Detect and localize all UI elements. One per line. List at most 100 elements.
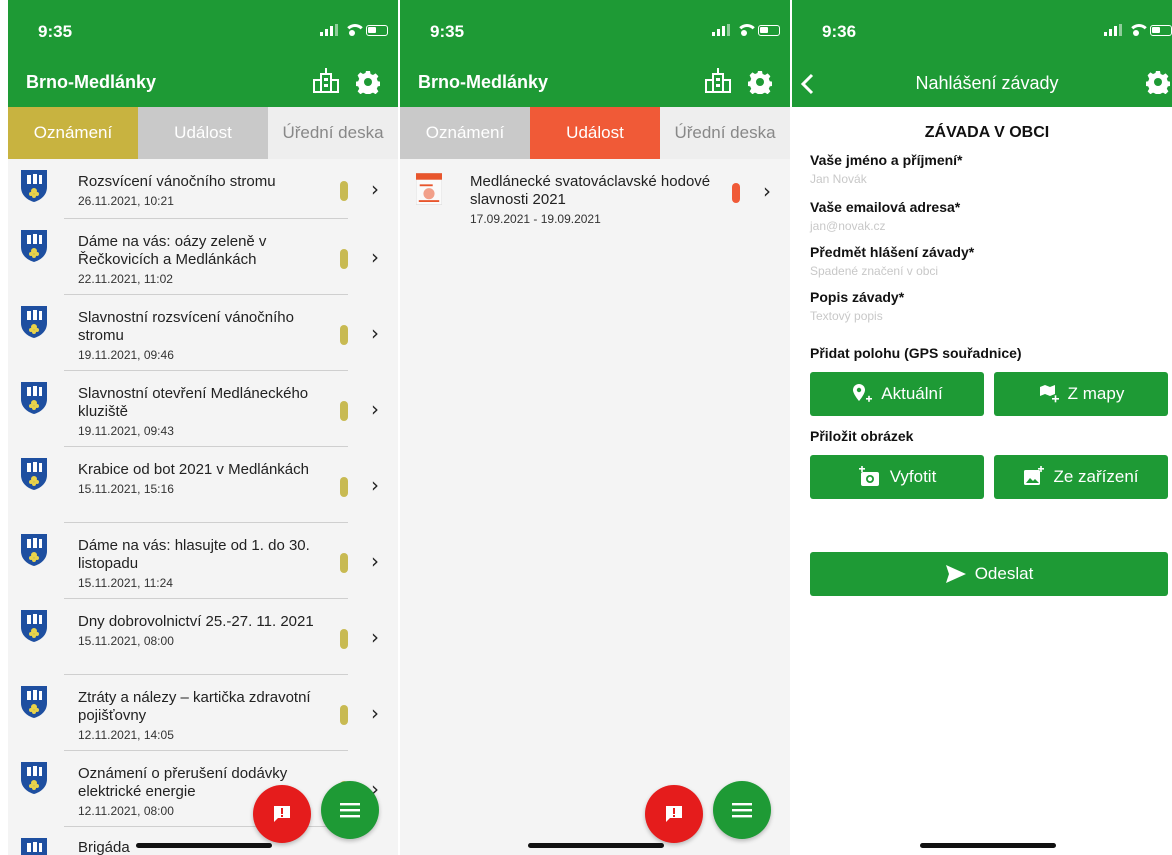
status-indicator [340,477,348,497]
camera-add-icon [858,466,879,486]
list-item[interactable]: Dáme na vás: hlasujte od 1. do 30. listo… [8,523,398,599]
screen-title: Nahlášení závady [915,73,1059,93]
status-time: 9:35 [430,22,465,41]
app-title: Brno-Medlánky [418,72,549,92]
subject-label: Předmět hlášení závady* [810,244,975,260]
battery-icon [366,24,388,36]
status-indicator [340,401,348,421]
gear-icon[interactable] [1146,70,1170,94]
announcement-title: Krabice od bot 2021 v Medlánkách [78,461,309,478]
municipality-crest-icon [21,610,47,642]
announcement-date: 15.11.2021, 08:00 [78,634,174,648]
menu-button[interactable] [321,781,379,839]
announcement-date: 22.11.2021, 11:02 [78,272,173,286]
gps-map-button[interactable]: Z mapy [994,372,1168,416]
email-field[interactable]: jan@novak.cz [810,219,886,233]
chevron-right-icon: › [763,179,771,203]
municipality-crest-icon [21,762,47,794]
form-heading: ZÁVADA V OBCI [924,124,1050,141]
municipality-crest-icon [21,458,47,490]
list-item[interactable]: Ztráty a nálezy – kartička zdravotní poj… [8,675,398,751]
description-field[interactable]: Textový popis [810,309,883,323]
tab-bar: Oznámení Událost Úřední deska [400,107,790,159]
gps-current-button[interactable]: Aktuální [810,372,984,416]
list-item[interactable]: Krabice od bot 2021 v Medlánkách 15.11.20… [8,447,398,523]
tab-announcements[interactable]: Oznámení [400,107,530,159]
status-indicator [340,553,348,573]
tab-official-board[interactable]: Úřední deska [660,107,790,159]
name-label: Vaše jméno a příjmení* [810,152,963,168]
tab-events[interactable]: Událost [530,107,660,159]
tab-bar: Oznámení Událost Úřední deska [8,107,398,159]
status-indicator [340,249,348,269]
status-indicator [340,325,348,345]
wifi-icon [736,24,758,36]
list-item[interactable]: Dny dobrovolnictví 25.-27. 11. 2021 15.11… [8,599,398,675]
top-bar: 9:35 Brno-Medlánky [400,0,790,107]
announcement-title: Ztráty a nálezy – kartička zdravotní poj… [78,689,311,724]
municipality-crest-icon [21,382,47,414]
announcement-title: Oznámení o přerušení dodávky elektrické … [78,765,288,800]
image-add-icon [1024,466,1045,485]
announcement-title: Slavnostní rozsvícení vánočního stromu [78,309,294,344]
list-item[interactable]: Dáme na vás: oázy zeleně v Řečkovicích a… [8,219,398,295]
announcement-title: Dny dobrovolnictví 25.-27. 11. 2021 [78,613,314,630]
gps-map-label: Z mapy [1067,384,1125,403]
menu-button[interactable] [713,781,771,839]
event-title: Medlánecké svatováclavské hodové slavnos… [470,173,711,208]
signal-icon [1104,24,1122,36]
email-label: Vaše emailová adresa* [810,199,961,215]
take-photo-label: Vyfotit [889,467,937,486]
status-indicator [340,705,348,725]
tab-official-board[interactable]: Úřední deska [268,107,398,159]
gps-label: Přidat polohu (GPS souřadnice) [810,345,1022,361]
list-item[interactable]: Slavnostní rozsvícení vánočního stromu 19… [8,295,398,371]
report-issue-button[interactable] [645,785,703,843]
list-item[interactable]: Rozsvícení vánočního stromu 26.11.2021, 1… [8,159,398,219]
municipality-crest-icon [21,306,47,338]
home-indicator [136,843,272,848]
event-thumbnail [416,173,442,205]
map-add-icon [1039,385,1059,403]
status-icons [712,24,780,36]
chevron-right-icon: › [371,245,379,269]
gear-icon[interactable] [748,70,772,94]
send-icon [945,565,966,583]
home-indicator [920,843,1056,848]
submit-label: Odeslat [974,564,1034,583]
take-photo-button[interactable]: Vyfotit [810,455,984,499]
chevron-right-icon: › [371,473,379,497]
event-date: 17.09.2021 - 19.09.2021 [470,212,601,226]
report-icon [274,806,290,822]
tab-events[interactable]: Událost [138,107,268,159]
list-item[interactable]: Medlánecké svatováclavské hodové slavnos… [400,159,790,234]
gps-current-label: Aktuální [881,384,943,403]
from-device-button[interactable]: Ze zařízení [994,455,1168,499]
chevron-right-icon: › [371,321,379,345]
announcement-title: Dáme na vás: oázy zeleně v Řečkovicích a… [78,233,267,268]
announcement-date: 26.11.2021, 10:21 [78,194,174,208]
list-item[interactable]: Slavnostní otevření Medláneckého kluzišt… [8,371,398,447]
wifi-icon [1128,24,1150,36]
screen-announcements: 9:35 Brno-Medlánky Oznámení Událost Úřed… [8,0,398,855]
signal-icon [320,24,338,36]
tab-announcements[interactable]: Oznámení [8,107,138,159]
image-label: Přiložit obrázek [810,428,914,444]
submit-button[interactable]: Odeslat [810,552,1168,596]
town-hall-icon[interactable] [312,68,340,94]
report-issue-button[interactable] [253,785,311,843]
town-hall-icon[interactable] [704,68,732,94]
menu-icon [340,803,360,818]
status-indicator [732,183,740,203]
name-field[interactable]: Jan Novák [810,172,867,186]
announcement-list: Rozsvícení vánočního stromu 26.11.2021, 1… [8,159,398,855]
status-time: 9:36 [822,22,857,41]
announcement-date: 15.11.2021, 11:24 [78,576,173,590]
municipality-crest-icon [21,170,47,202]
subject-field[interactable]: Spadené značení v obci [810,264,938,278]
status-indicator [340,629,348,649]
gear-icon[interactable] [356,70,380,94]
battery-icon [758,24,780,36]
announcement-date: 19.11.2021, 09:46 [78,348,174,362]
announcement-date: 19.11.2021, 09:43 [78,424,174,438]
